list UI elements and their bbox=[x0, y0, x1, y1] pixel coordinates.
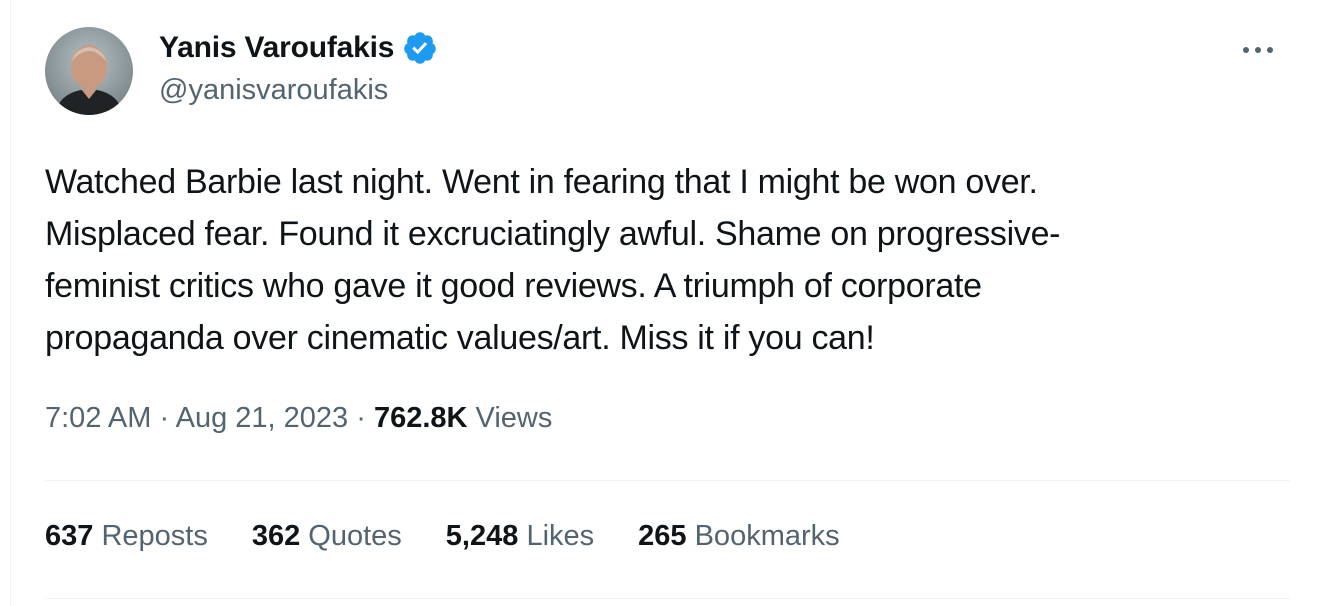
quotes-stat[interactable]: 362 Quotes bbox=[252, 520, 402, 553]
verified-badge-icon[interactable] bbox=[402, 30, 438, 66]
tweet-text: Watched Barbie last night. Went in feari… bbox=[45, 163, 1061, 357]
tweet-time[interactable]: 7:02 AM bbox=[45, 402, 151, 434]
bookmarks-count: 265 bbox=[638, 520, 687, 552]
divider bbox=[45, 598, 1290, 599]
views-label[interactable]: Views bbox=[476, 402, 553, 434]
display-name[interactable]: Yanis Varoufakis bbox=[159, 31, 394, 65]
bookmarks-label: Bookmarks bbox=[694, 520, 840, 552]
quotes-label: Quotes bbox=[308, 520, 402, 552]
bookmarks-stat[interactable]: 265 Bookmarks bbox=[638, 520, 840, 553]
tweet-date[interactable]: Aug 21, 2023 bbox=[176, 402, 349, 434]
likes-stat[interactable]: 5,248 Likes bbox=[446, 520, 594, 553]
divider bbox=[45, 480, 1290, 481]
meta-separator: · bbox=[356, 402, 366, 434]
left-border bbox=[10, 0, 11, 606]
author-handle[interactable]: @yanisvaroufakis bbox=[159, 74, 388, 107]
author-name-row: Yanis Varoufakis bbox=[159, 28, 438, 68]
more-options-icon bbox=[1243, 47, 1273, 53]
reposts-stat[interactable]: 637 Reposts bbox=[45, 520, 208, 553]
avatar-image bbox=[45, 27, 133, 115]
likes-label: Likes bbox=[526, 520, 595, 552]
reposts-count: 637 bbox=[45, 520, 94, 552]
quotes-count: 362 bbox=[251, 520, 301, 552]
more-options-button[interactable] bbox=[1238, 30, 1278, 70]
likes-count: 5,248 bbox=[445, 520, 519, 552]
reposts-label: Reposts bbox=[101, 520, 208, 552]
views-count[interactable]: 762.8K bbox=[374, 402, 468, 434]
meta-separator: · bbox=[159, 402, 170, 434]
tweet-meta: 7:02 AM · Aug 21, 2023 · 762.8K Views bbox=[45, 402, 552, 435]
engagement-stats: 637 Reposts 362 Quotes 5,248 Likes 265 B… bbox=[45, 520, 884, 553]
avatar[interactable] bbox=[45, 27, 133, 115]
